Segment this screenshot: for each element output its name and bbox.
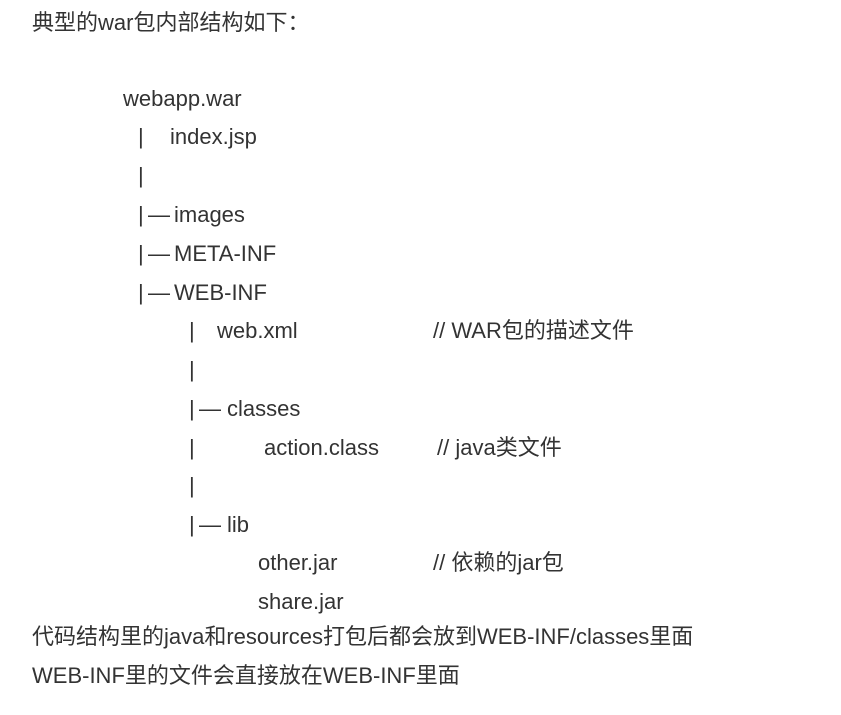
tree-pipe: | — [138, 280, 144, 305]
tree-item-index-jsp: index.jsp — [170, 124, 257, 149]
tree-item-lib: lib — [227, 512, 250, 537]
tree-pipe: | — [189, 435, 195, 460]
tree-item-meta-inf: META-INF — [174, 241, 277, 266]
tree-root-webapp-war: webapp.war — [123, 86, 242, 111]
document-page: 典型的war包内部结构如下： webapp.war | index.jsp | … — [0, 0, 841, 715]
tree-pipe: | — [138, 163, 144, 188]
tree-comment-web-xml: // WAR包的描述文件 — [433, 318, 634, 343]
tree-item-share-jar: share.jar — [258, 589, 344, 614]
tree-branch-dash: — — [148, 241, 170, 266]
tree-item-other-jar: other.jar — [258, 550, 338, 575]
tree-comment-action-class: // java类文件 — [437, 435, 562, 460]
intro-text: 典型的war包内部结构如下： — [32, 10, 310, 35]
tree-pipe: | — [189, 473, 195, 498]
tree-pipe: | — [189, 396, 195, 421]
tree-pipe: | — [189, 357, 195, 382]
tree-pipe: | — [138, 124, 144, 149]
tree-comment-other-jar: // 依赖的jar包 — [433, 550, 564, 575]
paragraph-web-inf-note: WEB-INF里的文件会直接放在WEB-INF里面 — [32, 663, 460, 688]
tree-pipe: | — [189, 512, 195, 537]
tree-item-action-class: action.class — [264, 435, 379, 460]
tree-item-web-xml: web.xml — [217, 318, 298, 343]
tree-item-classes: classes — [227, 396, 301, 421]
tree-branch-dash: — — [148, 280, 170, 305]
tree-pipe: | — [138, 241, 144, 266]
tree-pipe: | — [189, 318, 195, 343]
tree-item-images: images — [174, 202, 245, 227]
tree-branch-dash: — — [199, 512, 221, 537]
tree-branch-dash: — — [199, 396, 221, 421]
tree-pipe: | — [138, 202, 144, 227]
tree-item-web-inf: WEB-INF — [174, 280, 267, 305]
paragraph-classes-note: 代码结构里的java和resources打包后都会放到WEB-INF/class… — [32, 624, 694, 649]
tree-branch-dash: — — [148, 202, 170, 227]
